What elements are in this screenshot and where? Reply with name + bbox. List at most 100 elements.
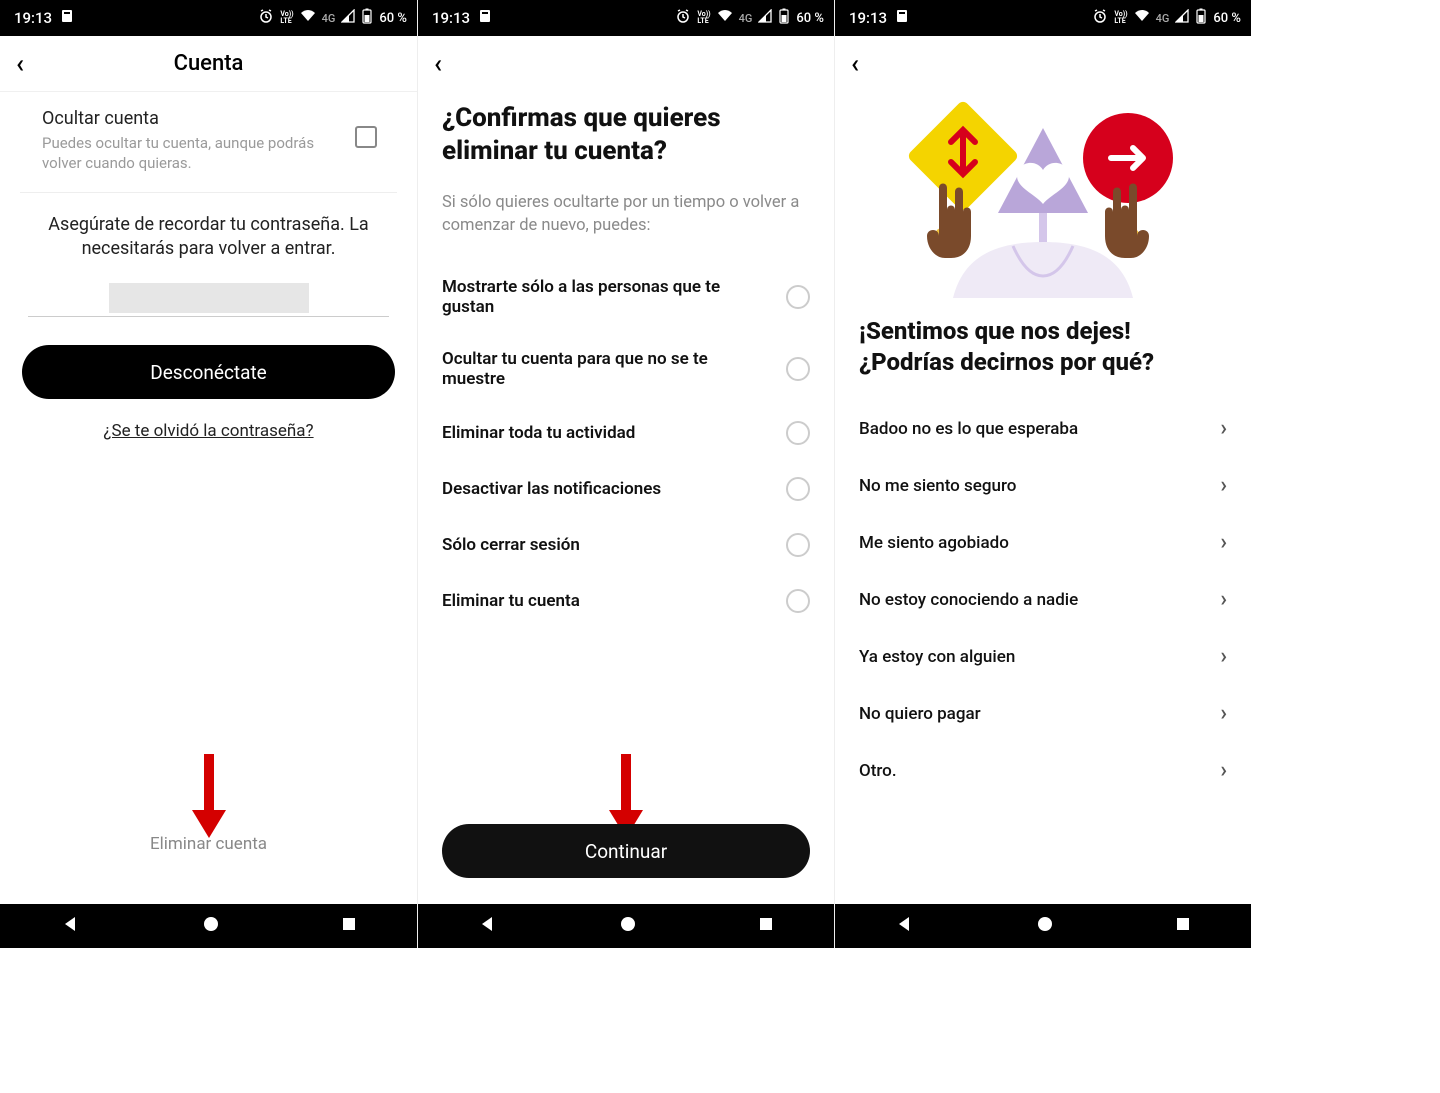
- status-bar: 19:13 Vo)) LTE 4G 60 %: [0, 0, 417, 36]
- chevron-right-icon: ›: [1220, 530, 1227, 555]
- card-icon: [895, 9, 909, 27]
- confirm-subtitle: Si sólo quieres ocultarte por un tiempo …: [442, 191, 810, 237]
- card-icon: [60, 9, 74, 27]
- android-nav-bar: [0, 904, 417, 948]
- nav-back-icon[interactable]: [895, 914, 915, 938]
- battery-icon: [1195, 8, 1207, 28]
- option-row[interactable]: Sólo cerrar sesión: [442, 517, 810, 573]
- screen-account: 19:13 Vo)) LTE 4G 60 % ‹ Cuenta: [0, 0, 417, 948]
- signal-icon: [1175, 9, 1189, 27]
- continue-button[interactable]: Continuar: [442, 824, 810, 878]
- option-row[interactable]: Eliminar tu cuenta: [442, 573, 810, 629]
- page-title: Cuenta: [0, 51, 417, 76]
- nav-home-icon[interactable]: [202, 915, 220, 937]
- app-header: ‹: [835, 36, 1251, 92]
- app-header: ‹ Cuenta: [0, 36, 417, 92]
- signal-icon: [758, 9, 772, 27]
- hide-account-checkbox[interactable]: [355, 126, 377, 148]
- reason-label: Otro.: [859, 761, 897, 781]
- radio-icon[interactable]: [786, 357, 810, 381]
- chevron-right-icon: ›: [1220, 701, 1227, 726]
- option-label: Ocultar tu cuenta para que no se te mues…: [442, 349, 772, 389]
- volte-icon: Vo)) LTE: [697, 11, 710, 25]
- radio-icon[interactable]: [786, 421, 810, 445]
- screen-leave-reason: 19:13 Vo)) LTE 4G 60 % ‹: [834, 0, 1251, 948]
- volte-icon: Vo)) LTE: [280, 11, 293, 25]
- reason-label: Badoo no es lo que esperaba: [859, 419, 1078, 439]
- volte-icon: Vo)) LTE: [1114, 11, 1127, 25]
- password-input[interactable]: [28, 283, 389, 317]
- back-button[interactable]: ‹: [434, 45, 452, 83]
- nav-home-icon[interactable]: [619, 915, 637, 937]
- option-label: Eliminar toda tu actividad: [442, 423, 635, 443]
- delete-account-link[interactable]: Eliminar cuenta: [0, 834, 417, 854]
- chevron-right-icon: ›: [1220, 473, 1227, 498]
- screen-confirm-delete: 19:13 Vo)) LTE 4G 60 % ‹ ¿Confirmas que …: [417, 0, 834, 948]
- radio-icon[interactable]: [786, 285, 810, 309]
- android-nav-bar: [835, 904, 1251, 948]
- wifi-icon: [717, 9, 733, 27]
- forgot-password-link[interactable]: ¿Se te olvidó la contraseña?: [0, 421, 417, 441]
- radio-icon[interactable]: [786, 533, 810, 557]
- nav-back-icon[interactable]: [61, 914, 81, 938]
- forgot-password-label: ¿Se te olvidó la contraseña?: [103, 421, 313, 441]
- alarm-icon: [258, 8, 274, 28]
- nav-back-icon[interactable]: [478, 914, 498, 938]
- reason-row[interactable]: Me siento agobiado ›: [859, 514, 1227, 571]
- chevron-right-icon: ›: [1220, 587, 1227, 612]
- status-time: 19:13: [849, 9, 887, 27]
- app-header: ‹: [418, 36, 834, 92]
- confirm-title: ¿Confirmas que quieres eliminar tu cuent…: [442, 102, 810, 167]
- reason-row[interactable]: No me siento seguro ›: [859, 457, 1227, 514]
- hide-account-subtitle: Puedes ocultar tu cuenta, aunque podrás …: [42, 133, 335, 174]
- disconnect-button[interactable]: Desconéctate: [22, 345, 395, 399]
- hide-account-title: Ocultar cuenta: [42, 108, 335, 129]
- password-value-redacted: [109, 283, 309, 313]
- battery-percent: 60 %: [796, 11, 824, 26]
- remember-password-text: Asegúrate de recordar tu contraseña. La …: [0, 193, 417, 284]
- card-icon: [478, 9, 492, 27]
- option-row[interactable]: Ocultar tu cuenta para que no se te mues…: [442, 333, 810, 405]
- delete-account-label: Eliminar cuenta: [150, 834, 267, 854]
- reason-row[interactable]: Badoo no es lo que esperaba ›: [859, 400, 1227, 457]
- battery-icon: [361, 8, 373, 28]
- network-label: 4G: [322, 12, 336, 25]
- nav-recent-icon[interactable]: [758, 916, 774, 936]
- option-label: Eliminar tu cuenta: [442, 591, 580, 611]
- option-row[interactable]: Eliminar toda tu actividad: [442, 405, 810, 461]
- nav-recent-icon[interactable]: [1175, 916, 1191, 936]
- status-bar: 19:13 Vo)) LTE 4G 60 %: [418, 0, 834, 36]
- back-button[interactable]: ‹: [851, 45, 869, 83]
- battery-icon: [778, 8, 790, 28]
- status-time: 19:13: [432, 9, 470, 27]
- reason-row[interactable]: Ya estoy con alguien ›: [859, 628, 1227, 685]
- back-button[interactable]: ‹: [16, 45, 34, 83]
- nav-home-icon[interactable]: [1036, 915, 1054, 937]
- reason-row[interactable]: Otro. ›: [859, 742, 1227, 799]
- radio-icon[interactable]: [786, 477, 810, 501]
- alarm-icon: [675, 8, 691, 28]
- hide-account-row[interactable]: Ocultar cuenta Puedes ocultar tu cuenta,…: [20, 92, 397, 193]
- option-row[interactable]: Desactivar las notificaciones: [442, 461, 810, 517]
- reason-label: No quiero pagar: [859, 704, 981, 724]
- reason-label: No estoy conociendo a nadie: [859, 590, 1078, 610]
- signal-icon: [341, 9, 355, 27]
- reason-row[interactable]: No quiero pagar ›: [859, 685, 1227, 742]
- reason-row[interactable]: No estoy conociendo a nadie ›: [859, 571, 1227, 628]
- leave-title: ¡Sentimos que nos dejes! ¿Podrías decirn…: [859, 316, 1227, 378]
- option-row[interactable]: Mostrarte sólo a las personas que te gus…: [442, 261, 810, 333]
- status-bar: 19:13 Vo)) LTE 4G 60 %: [835, 0, 1251, 36]
- chevron-right-icon: ›: [1220, 644, 1227, 669]
- network-label: 4G: [1156, 12, 1170, 25]
- leave-title-line1: ¡Sentimos que nos dejes!: [859, 317, 1131, 345]
- android-nav-bar: [418, 904, 834, 948]
- alarm-icon: [1092, 8, 1108, 28]
- disconnect-label: Desconéctate: [150, 361, 267, 384]
- network-label: 4G: [739, 12, 753, 25]
- nav-recent-icon[interactable]: [341, 916, 357, 936]
- option-label: Desactivar las notificaciones: [442, 479, 661, 499]
- leave-title-line2: ¿Podrías decirnos por qué?: [859, 348, 1154, 376]
- radio-icon[interactable]: [786, 589, 810, 613]
- reason-label: No me siento seguro: [859, 476, 1016, 496]
- option-label: Mostrarte sólo a las personas que te gus…: [442, 277, 772, 317]
